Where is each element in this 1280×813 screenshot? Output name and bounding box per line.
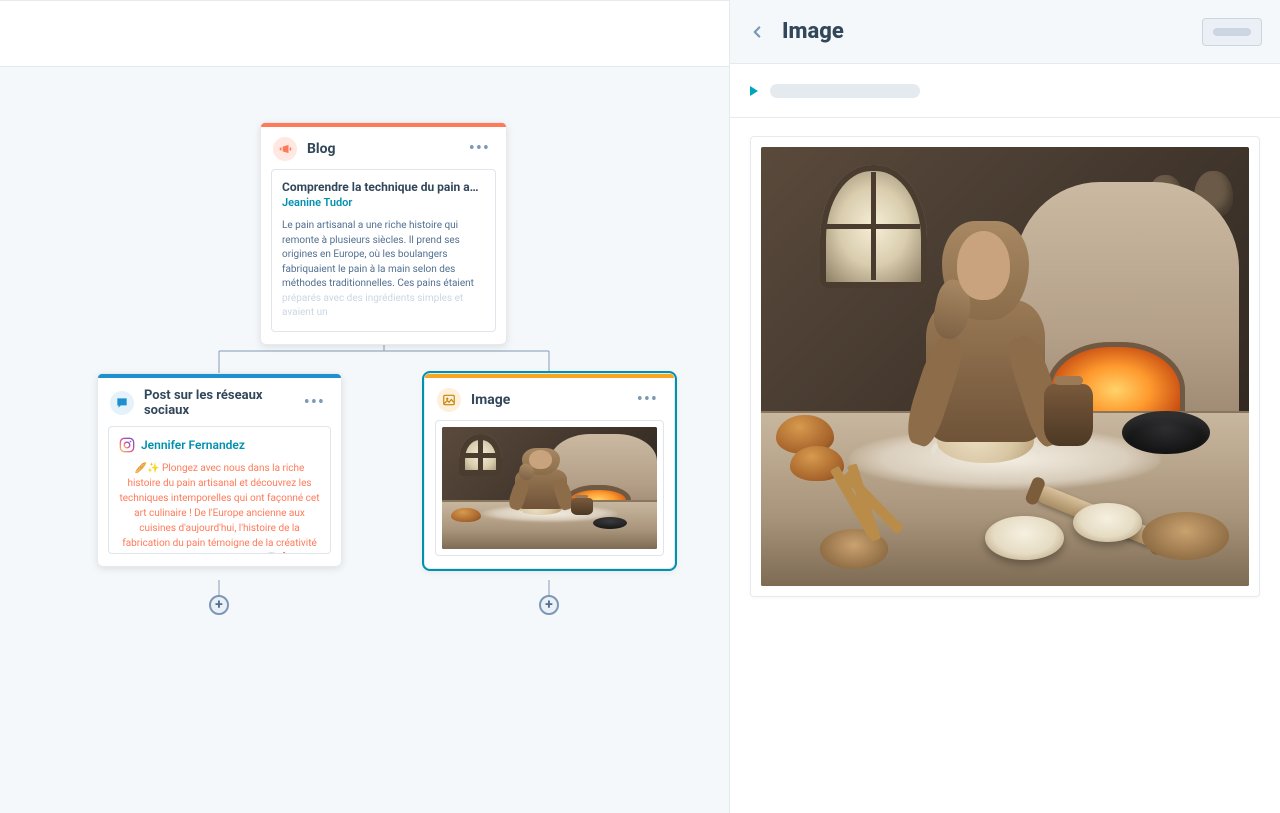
node-social-title: Post sur les réseaux sociaux (144, 388, 300, 418)
canvas[interactable]: Blog ••• Comprendre la technique du pain… (0, 0, 729, 813)
add-below-social[interactable]: + (209, 595, 229, 615)
back-button[interactable] (748, 21, 770, 43)
panel-image-preview (761, 147, 1249, 586)
node-social-more[interactable]: ••• (300, 395, 329, 411)
node-blog-more[interactable]: ••• (465, 141, 494, 157)
blog-card-title: Comprendre la technique du pain a… (282, 180, 485, 194)
blog-card-body: Le pain artisanal a une riche histoire q… (282, 219, 485, 321)
panel-subheader[interactable] (730, 64, 1280, 118)
disclosure-icon (750, 86, 758, 96)
panel-sub-placeholder (770, 84, 920, 98)
node-social[interactable]: Post sur les réseaux sociaux ••• Jen (97, 373, 342, 567)
image-card-thumb[interactable] (435, 420, 664, 556)
image-icon (437, 388, 461, 412)
megaphone-icon (273, 137, 297, 161)
blog-card-author: Jeanine Tudor (282, 196, 485, 209)
panel-title: Image (782, 19, 1202, 44)
social-card[interactable]: Jennifer Fernandez 🥖✨ Plongez avec nous … (108, 426, 331, 554)
social-icon (110, 391, 134, 415)
node-image-title: Image (471, 392, 633, 408)
node-image[interactable]: Image ••• (424, 373, 675, 569)
panel-header: Image (730, 0, 1280, 64)
add-below-image[interactable]: + (539, 595, 559, 615)
node-blog[interactable]: Blog ••• Comprendre la technique du pain… (260, 122, 507, 345)
panel-action-placeholder[interactable] (1202, 18, 1262, 46)
social-author: Jennifer Fernandez (141, 438, 245, 452)
panel-image-card[interactable] (750, 136, 1260, 597)
node-blog-title: Blog (307, 141, 465, 157)
image-thumbnail (442, 427, 657, 549)
blog-card[interactable]: Comprendre la technique du pain a… Jeani… (271, 169, 496, 332)
instagram-icon (119, 437, 135, 453)
node-image-more[interactable]: ••• (633, 392, 662, 408)
side-panel: Image (729, 0, 1280, 813)
social-body: 🥖✨ Plongez avec nous dans la riche histo… (119, 461, 320, 554)
